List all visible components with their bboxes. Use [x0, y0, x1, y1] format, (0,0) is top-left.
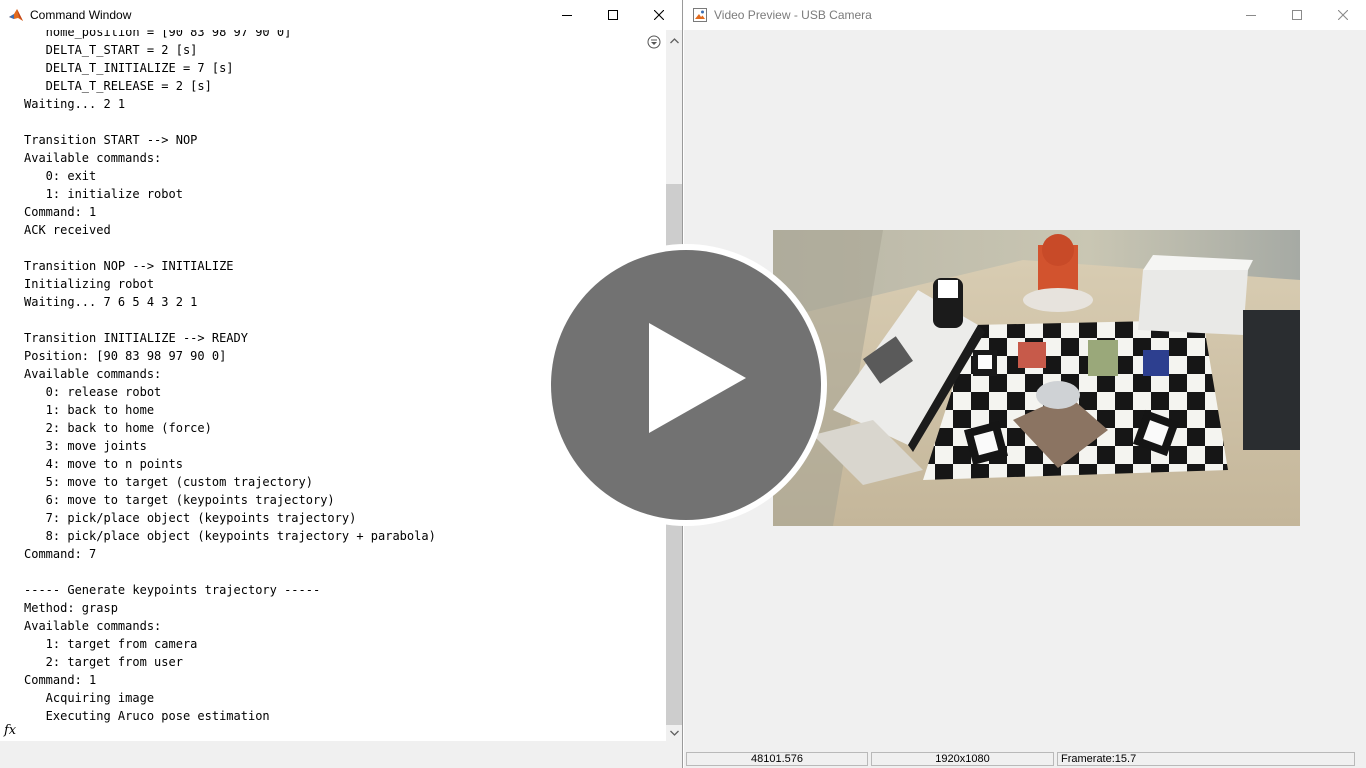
preview-close-button[interactable] [1320, 0, 1366, 30]
play-icon[interactable] [543, 242, 829, 528]
console-line: Available commands: [24, 619, 162, 633]
console-line: 0: release robot [24, 385, 162, 399]
console-line: 6: move to target (keypoints trajectory) [24, 493, 335, 507]
console-line: 2: back to home (force) [24, 421, 212, 435]
console-line: Waiting... 2 1 [24, 97, 126, 111]
chevron-up-icon [669, 38, 679, 44]
video-preview-titlebar[interactable]: Video Preview - USB Camera [684, 0, 1366, 30]
video-preview-title: Video Preview - USB Camera [714, 8, 872, 22]
console-line: 7: pick/place object (keypoints trajecto… [24, 511, 357, 525]
maximize-icon [608, 10, 618, 20]
console-line: DELTA_T_INITIALIZE = 7 [s] [24, 61, 234, 75]
console-line: home_position = [90 83 98 97 90 0] [24, 30, 292, 39]
minimize-icon [562, 15, 572, 16]
status-timestamp: 48101.576 [686, 752, 868, 766]
collapse-toggle-icon[interactable] [647, 35, 661, 49]
console-line: ACK received [24, 223, 111, 237]
console-line: 5: move to target (custom trajectory) [24, 475, 313, 489]
console-line: 1: initialize robot [24, 187, 183, 201]
command-window-footer [0, 741, 682, 768]
console-line: DELTA_T_START = 2 [s] [24, 43, 198, 57]
console-line: Command: 7 [24, 547, 97, 561]
console-line: Initializing robot [24, 277, 155, 291]
console-line: 1: back to home [24, 403, 155, 417]
matlab-logo-icon [9, 9, 23, 21]
console-line: 3: move joints [24, 439, 147, 453]
close-icon [1338, 10, 1348, 20]
function-browser-icon[interactable]: fx [4, 723, 16, 738]
console-line: Command: 1 [24, 673, 97, 687]
scroll-down-button[interactable] [666, 725, 682, 741]
console-line: ----- Generate keypoints trajectory ----… [24, 583, 321, 597]
maximize-button[interactable] [590, 0, 636, 30]
status-framerate: Framerate:15.7 [1057, 752, 1355, 766]
console-line: Available commands: [24, 367, 162, 381]
camera-frame-image [773, 230, 1300, 526]
console-line: 0: exit [24, 169, 97, 183]
console-line: Command: 1 [24, 205, 97, 219]
preview-window-icon [693, 8, 707, 22]
chevron-down-icon [669, 730, 679, 736]
scroll-up-button[interactable] [666, 33, 682, 49]
preview-minimize-button[interactable] [1228, 0, 1274, 30]
close-icon [654, 10, 664, 20]
close-button[interactable] [636, 0, 682, 30]
preview-maximize-button[interactable] [1274, 0, 1320, 30]
console-line: Transition INITIALIZE --> READY [24, 331, 248, 345]
minimize-icon [1246, 15, 1256, 16]
video-status-bar: 48101.576 1920x1080 Framerate:15.7 [684, 750, 1366, 768]
console-line: Waiting... 7 6 5 4 3 2 1 [24, 295, 198, 309]
console-line: 2: target from user [24, 655, 183, 669]
command-window-titlebar[interactable]: Command Window [0, 0, 682, 30]
command-window-title: Command Window [30, 8, 132, 22]
console-line: Transition NOP --> INITIALIZE [24, 259, 234, 273]
console-text: home_position = [90 83 98 97 90 0] DELTA… [24, 30, 436, 725]
console-line: Method: grasp [24, 601, 118, 615]
console-line: DELTA_T_RELEASE = 2 [s] [24, 79, 212, 93]
console-line: 1: target from camera [24, 637, 198, 651]
minimize-button[interactable] [544, 0, 590, 30]
console-line: Available commands: [24, 151, 162, 165]
status-resolution: 1920x1080 [871, 752, 1054, 766]
console-line: 4: move to n points [24, 457, 183, 471]
console-line: Transition START --> NOP [24, 133, 198, 147]
console-line: Acquiring image [24, 691, 155, 705]
console-line: 8: pick/place object (keypoints trajecto… [24, 529, 436, 543]
maximize-icon [1292, 10, 1302, 20]
console-line: Executing Aruco pose estimation [24, 709, 270, 723]
console-line: Position: [90 83 98 97 90 0] [24, 349, 227, 363]
